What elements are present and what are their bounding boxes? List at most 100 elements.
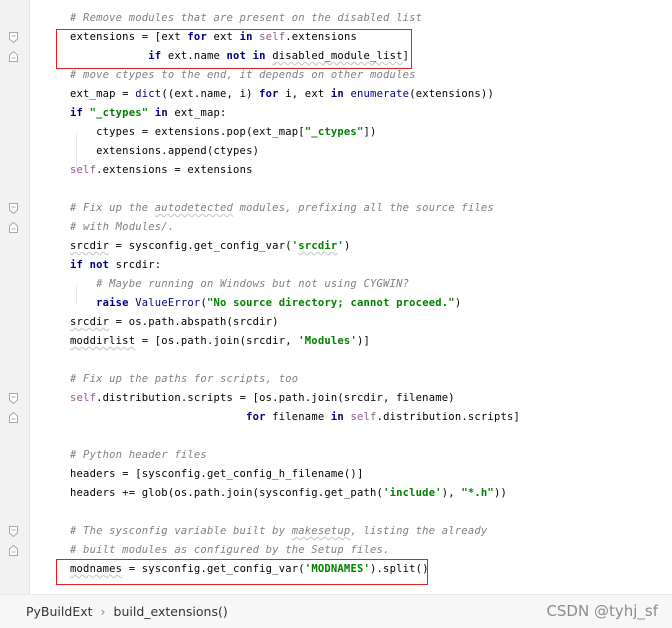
code-line[interactable]	[0, 427, 672, 446]
code-text: ctypes = extensions.pop(ext_map["_ctypes…	[70, 123, 377, 142]
fold-close-icon[interactable]	[9, 412, 18, 423]
code-token: "_ctypes"	[89, 107, 149, 119]
code-token: "*.h"	[461, 487, 494, 499]
code-token: , listing the already	[350, 525, 488, 537]
code-line[interactable]: extensions.append(ctypes)	[0, 142, 672, 161]
code-token: ValueError	[135, 297, 201, 309]
highlight-box-modnames	[56, 559, 428, 585]
code-line[interactable]	[0, 351, 672, 370]
code-line[interactable]: # Python header files	[0, 446, 672, 465]
code-token: )	[454, 297, 462, 309]
code-token: = [os.path.join(srcdir,	[135, 335, 299, 347]
code-token: moddirlist	[70, 335, 136, 347]
fold-open-icon[interactable]	[9, 32, 18, 43]
code-token: modules, prefixing all the source files	[233, 202, 494, 214]
code-text: raise ValueError("No source directory; c…	[70, 294, 461, 313]
highlight-box-filter	[56, 29, 412, 69]
code-line[interactable]: # Fix up the autodetected modules, prefi…	[0, 199, 672, 218]
code-token: # Remove modules that are present on the…	[70, 12, 423, 24]
code-token: # Fix up the paths for scripts, too	[70, 373, 299, 385]
code-line[interactable]: srcdir = sysconfig.get_config_var('srcdi…	[0, 237, 672, 256]
code-token: if	[70, 107, 84, 119]
code-token: self	[350, 411, 377, 423]
code-token: .distribution.scripts]	[376, 411, 521, 423]
code-token: # with Modules/.	[70, 221, 175, 233]
code-line[interactable]: ctypes = extensions.pop(ext_map["_ctypes…	[0, 123, 672, 142]
code-line[interactable]: # Fix up the paths for scripts, too	[0, 370, 672, 389]
code-text: headers = [sysconfig.get_config_h_filena…	[70, 465, 363, 484]
code-line[interactable]: self.extensions = extensions	[0, 161, 672, 180]
code-line[interactable]: srcdir = os.path.abspath(srcdir)	[0, 313, 672, 332]
code-text: # The sysconfig variable built by makese…	[70, 522, 487, 541]
fold-open-icon[interactable]	[9, 393, 18, 404]
code-line[interactable]	[0, 503, 672, 522]
code-token: .extensions = extensions	[96, 164, 253, 176]
code-text: self.extensions = extensions	[70, 161, 253, 180]
code-text: self.distribution.scripts = [os.path.joi…	[70, 389, 455, 408]
code-text: ext_map = dict((ext.name, i) for i, ext …	[70, 85, 494, 104]
code-token: )	[343, 240, 351, 252]
code-token: 'include'	[383, 487, 442, 499]
fold-close-icon[interactable]	[9, 51, 18, 62]
code-editor[interactable]: # Remove modules that are present on the…	[0, 0, 672, 594]
code-line[interactable]: self.distribution.scripts = [os.path.joi…	[0, 389, 672, 408]
code-text: headers += glob(os.path.join(sysconfig.g…	[70, 484, 507, 503]
code-token: ext_map:	[167, 107, 227, 119]
watermark: CSDN @tyhj_sf	[546, 602, 658, 620]
code-token: headers = [sysconfig.get_config_h_filena…	[70, 468, 364, 480]
code-token: "No source directory; cannot proceed."	[206, 297, 455, 309]
code-text: extensions.append(ctypes)	[70, 142, 259, 161]
code-token: 'Modules'	[298, 335, 357, 347]
code-line[interactable]: raise ValueError("No source directory; c…	[0, 294, 672, 313]
fold-open-icon[interactable]	[9, 526, 18, 537]
code-token: )]	[356, 335, 371, 347]
code-token: srcdir	[70, 316, 110, 328]
code-token: self	[70, 392, 97, 404]
code-token: ])	[363, 126, 377, 138]
code-token: headers += glob(os.path.join(sysconfig.g…	[70, 487, 384, 499]
code-text: srcdir = os.path.abspath(srcdir)	[70, 313, 279, 332]
breadcrumb-item-class[interactable]: PyBuildExt	[26, 604, 93, 619]
fold-close-icon[interactable]	[9, 545, 18, 556]
code-text: if not srcdir:	[70, 256, 161, 275]
code-text: # Remove modules that are present on the…	[70, 9, 422, 28]
code-token: in	[154, 107, 168, 119]
code-token: for	[246, 411, 266, 423]
code-line[interactable]: # Maybe running on Windows but not using…	[0, 275, 672, 294]
code-line[interactable]: for filename in self.distribution.script…	[0, 408, 672, 427]
code-token: enumerate	[350, 88, 410, 100]
code-line[interactable]: if "_ctypes" in ext_map:	[0, 104, 672, 123]
code-line[interactable]: moddirlist = [os.path.join(srcdir, 'Modu…	[0, 332, 672, 351]
code-line[interactable]: if not srcdir:	[0, 256, 672, 275]
code-line[interactable]: # with Modules/.	[0, 218, 672, 237]
code-text: # built modules as configured by the Set…	[70, 541, 390, 560]
code-line[interactable]: headers = [sysconfig.get_config_h_filena…	[0, 465, 672, 484]
code-token: srcdir:	[109, 259, 162, 271]
code-token: (extensions))	[409, 88, 494, 100]
code-text: moddirlist = [os.path.join(srcdir, 'Modu…	[70, 332, 370, 351]
code-line[interactable]: # The sysconfig variable built by makese…	[0, 522, 672, 541]
code-text: srcdir = sysconfig.get_config_var('srcdi…	[70, 237, 350, 256]
code-line[interactable]: # Remove modules that are present on the…	[0, 9, 672, 28]
code-token: ctypes = extensions.pop(ext_map[	[70, 126, 305, 138]
code-token: # Fix up the	[70, 202, 155, 214]
breadcrumb-bar: PyBuildExt › build_extensions() CSDN @tyhj…	[0, 594, 672, 628]
code-token: in	[330, 411, 344, 423]
code-token: ext_map =	[70, 88, 136, 100]
code-token: raise	[96, 297, 129, 309]
fold-close-icon[interactable]	[9, 222, 18, 233]
code-token: # built modules as configured by the Set…	[70, 544, 390, 556]
code-token: = sysconfig.get_config_var(	[109, 240, 292, 252]
fold-open-icon[interactable]	[9, 203, 18, 214]
code-token: i, ext	[278, 88, 331, 100]
code-line[interactable]: # built modules as configured by the Set…	[0, 541, 672, 560]
code-text: for filename in self.distribution.script…	[70, 408, 520, 427]
code-line[interactable]: headers += glob(os.path.join(sysconfig.g…	[0, 484, 672, 503]
code-line[interactable]: ext_map = dict((ext.name, i) for i, ext …	[0, 85, 672, 104]
code-token: # Maybe running on Windows but not using…	[70, 278, 410, 290]
code-token: in	[330, 88, 344, 100]
code-line[interactable]	[0, 180, 672, 199]
breadcrumb-item-method[interactable]: build_extensions()	[114, 604, 228, 619]
